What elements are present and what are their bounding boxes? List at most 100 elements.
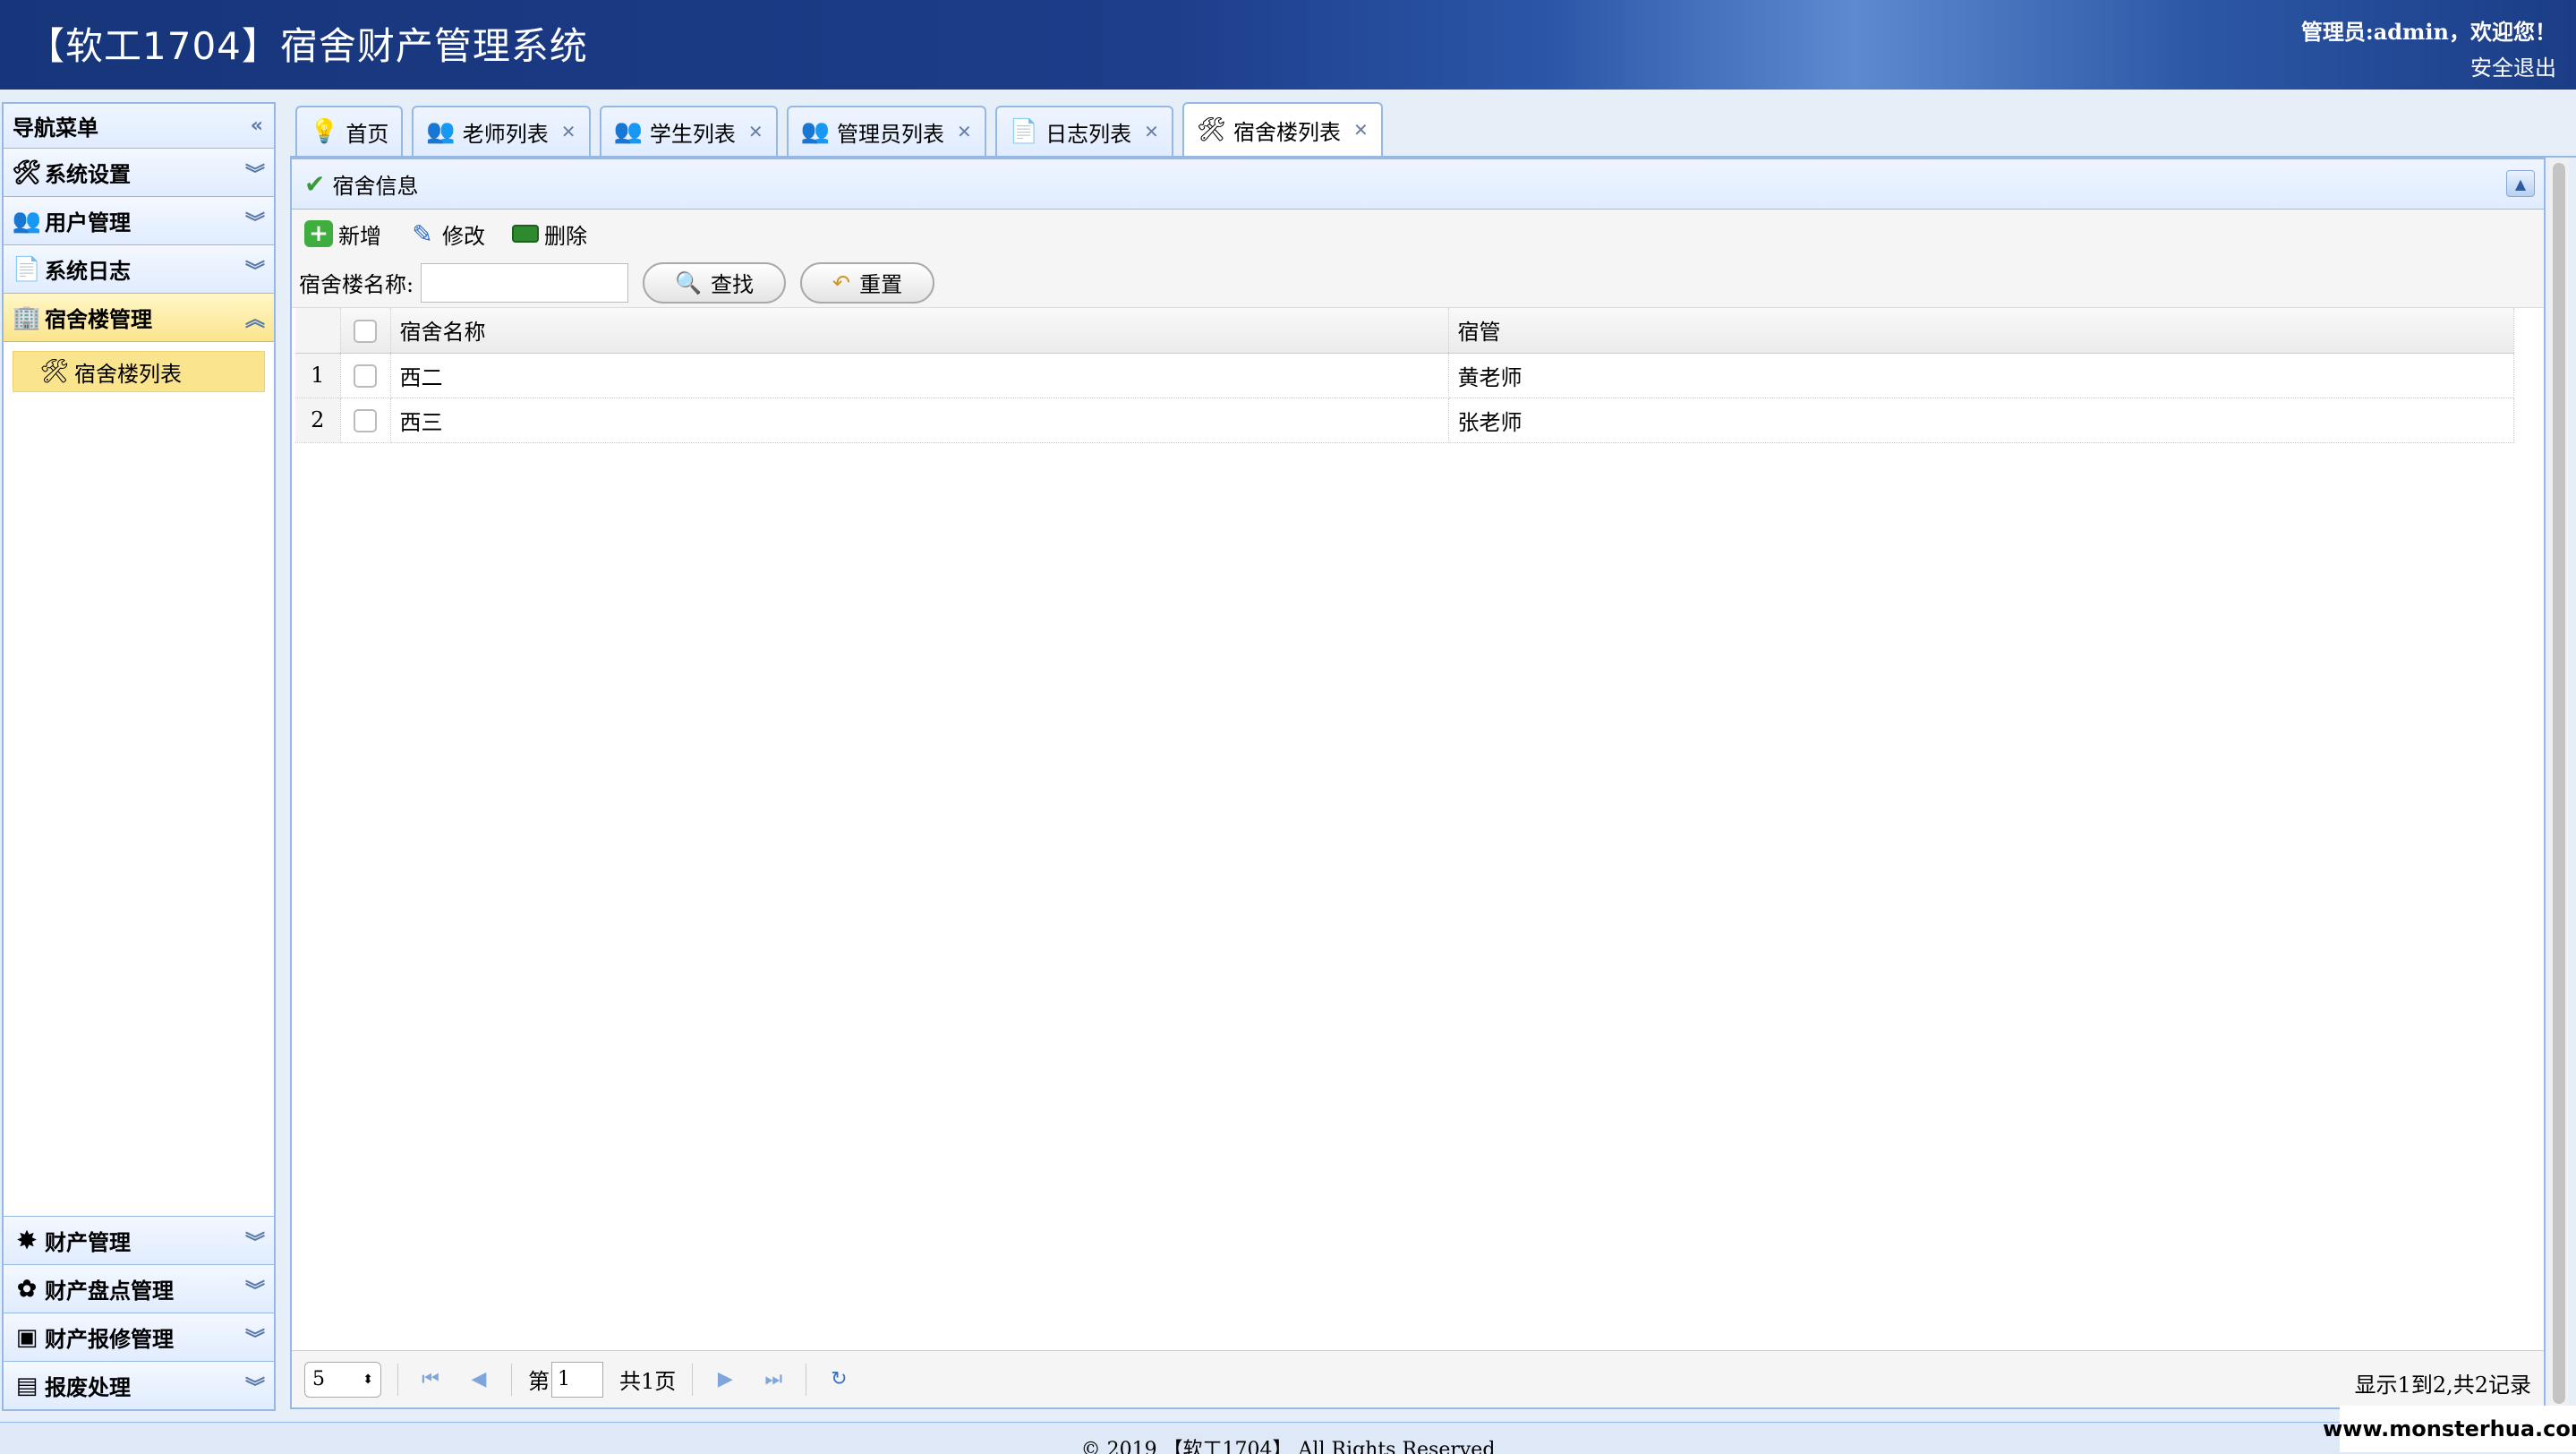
sidebar-section-repair[interactable]: ▣ 财产报修管理 ︾: [4, 1313, 274, 1361]
chevron-down-icon: ︾: [244, 1279, 265, 1303]
reset-label: 重置: [859, 272, 903, 297]
panel-title: 宿舍信息: [332, 174, 419, 199]
sidebar-section-label: 财产盘点管理: [45, 1278, 174, 1304]
users-icon: 👥: [613, 118, 643, 145]
sidebar-section-asset-management[interactable]: ✸ 财产管理 ︾: [4, 1216, 274, 1264]
sidebar-item-label: 宿舍楼列表: [74, 361, 182, 387]
first-page-icon[interactable]: ⏮: [414, 1368, 447, 1390]
document-icon: 📄: [1009, 118, 1039, 145]
next-page-icon[interactable]: ▶: [709, 1368, 741, 1390]
delete-button[interactable]: 删除: [512, 218, 587, 250]
row-checkbox[interactable]: [354, 409, 377, 433]
tab-student-list[interactable]: 👥 学生列表 ✕: [599, 106, 778, 156]
sidebar-section-label: 系统日志: [45, 258, 131, 284]
cell-dorm-name: 西二: [390, 353, 1449, 398]
chevron-down-icon: ︾: [244, 163, 265, 186]
row-number: 1: [295, 353, 341, 398]
tab-home[interactable]: 💡 首页: [295, 106, 404, 156]
sidebar-section-label: 用户管理: [45, 210, 131, 235]
tab-dorm-list[interactable]: 🛠 宿舍楼列表 ✕: [1181, 102, 1383, 156]
collapse-sidebar-icon[interactable]: «: [251, 115, 263, 137]
users-icon: 👥: [426, 118, 456, 145]
tab-teacher-list[interactable]: 👥 老师列表 ✕: [412, 106, 591, 156]
sidebar-section-inventory[interactable]: ✿ 财产盘点管理 ︾: [4, 1264, 274, 1313]
pencil-icon: ✎: [412, 218, 433, 249]
reset-button[interactable]: ↶ 重置: [799, 261, 935, 304]
page-size-select[interactable]: 5 ⬍: [304, 1361, 381, 1398]
scrap-icon: ▤: [15, 1372, 38, 1399]
select-all-checkbox[interactable]: [354, 320, 377, 343]
sidebar-section-system-settings[interactable]: 🛠 系统设置 ︾: [4, 149, 274, 197]
chevron-down-icon: ︾: [244, 1376, 265, 1399]
lightbulb-icon: 💡: [310, 118, 339, 145]
close-icon[interactable]: ✕: [561, 121, 576, 142]
cell-dorm-name: 西三: [390, 398, 1449, 443]
welcome-text: 管理员:admin，欢迎您！: [2300, 19, 2556, 45]
sidebar-nav: 导航菜单 « 🛠 系统设置 ︾ 👥 用户管理 ︾ 📄 系统日志 ︾ 🏢 宿舍楼管理 ︽ …: [2, 102, 276, 1411]
edit-label: 修改: [442, 223, 485, 249]
collapse-panel-button[interactable]: ▲: [2506, 170, 2535, 197]
close-icon[interactable]: ✕: [1353, 119, 1369, 141]
chevron-down-icon: ︾: [244, 1231, 265, 1254]
total-pages: 共1页: [619, 1369, 677, 1394]
table-row[interactable]: 1 西二 黄老师: [295, 353, 2514, 398]
tab-bar: 💡 首页 👥 老师列表 ✕ 👥 学生列表 ✕ 👥 管理员列表 ✕ 📄 日志列表 …: [290, 100, 2576, 158]
search-bar: 宿舍楼名称: 🔍 查找 ↶ 重置: [292, 258, 2544, 308]
sidebar-section-scrap[interactable]: ▤ 报废处理 ︾: [4, 1361, 274, 1409]
sidebar-item-dorm-list[interactable]: 🛠 宿舍楼列表: [13, 351, 265, 392]
tools-icon: 🛠: [1196, 116, 1226, 143]
row-checkbox[interactable]: [354, 364, 377, 389]
row-select-cell: [340, 353, 391, 398]
find-label: 查找: [710, 272, 754, 297]
edit-button[interactable]: ✎ 修改: [408, 218, 485, 250]
divider: [511, 1363, 512, 1396]
log-icon: 📄: [12, 255, 42, 283]
tab-admin-list[interactable]: 👥 管理员列表 ✕: [786, 106, 986, 156]
find-button[interactable]: 🔍 查找: [643, 261, 786, 304]
add-label: 新增: [338, 223, 381, 249]
prev-page-icon[interactable]: ◀: [463, 1368, 495, 1390]
tab-log-list[interactable]: 📄 日志列表 ✕: [994, 106, 1173, 156]
refresh-icon[interactable]: ↻: [823, 1368, 855, 1390]
tab-label: 日志列表: [1045, 121, 1132, 147]
column-header-dorm-name[interactable]: 宿舍名称: [390, 308, 1449, 354]
sidebar-section-label: 系统设置: [45, 161, 131, 187]
table-row[interactable]: 2 西三 张老师: [295, 398, 2514, 443]
check-icon: ✔: [304, 169, 326, 199]
reset-icon: ↶: [832, 269, 851, 295]
sidebar-submenu: 🛠 宿舍楼列表: [4, 342, 274, 401]
close-icon[interactable]: ✕: [1144, 121, 1159, 142]
chevron-up-icon: ︽: [244, 308, 265, 331]
sidebar-section-label: 宿舍楼管理: [45, 306, 152, 332]
tools-icon: 🛠: [12, 158, 42, 186]
vertical-scrollbar[interactable]: [2549, 159, 2569, 1409]
copyright-text: © 2019 【软工1704】 All Rights Reserved: [1080, 1439, 1496, 1454]
page-prefix: 第: [528, 1369, 550, 1394]
panel-header: ✔ 宿舍信息 ▲: [292, 159, 2544, 210]
app-header: 【软工1704】宿舍财产管理系统 管理员:admin，欢迎您！ 安全退出: [0, 0, 2576, 90]
sidebar-section-dorm-management[interactable]: 🏢 宿舍楼管理 ︽: [4, 294, 274, 342]
close-icon[interactable]: ✕: [957, 121, 972, 142]
scrollbar-thumb[interactable]: [2553, 163, 2565, 1404]
chevron-down-icon: ︾: [244, 211, 265, 235]
logout-link[interactable]: 安全退出: [2470, 50, 2556, 81]
column-header-manager[interactable]: 宿管: [1448, 308, 2514, 354]
asset-icon: ✸: [17, 1227, 37, 1254]
building-icon: 🏢: [12, 304, 42, 331]
sidebar-title: 导航菜单: [13, 115, 98, 141]
repair-icon: ▣: [15, 1323, 38, 1351]
inventory-icon: ✿: [17, 1275, 37, 1303]
close-icon[interactable]: ✕: [748, 121, 763, 142]
search-label: 宿舍楼名称:: [299, 272, 414, 297]
dorm-info-panel: ✔ 宿舍信息 ▲ + 新增 ✎ 修改 删除 宿舍楼名称: 🔍 查找 ↶ 重置 宿…: [290, 158, 2546, 1409]
watermark-text: www.monsterhua.com: [2323, 1406, 2576, 1452]
dorm-name-search-input[interactable]: [421, 262, 629, 303]
page-number-input[interactable]: 1: [551, 1361, 603, 1398]
sidebar-section-system-log[interactable]: 📄 系统日志 ︾: [4, 245, 274, 294]
sidebar-section-user-management[interactable]: 👥 用户管理 ︾: [4, 197, 274, 245]
page-size-value: 5: [312, 1368, 325, 1390]
minus-icon: [512, 225, 539, 243]
add-button[interactable]: + 新增: [304, 218, 381, 250]
data-grid: 宿舍名称 宿管 1 西二 黄老师 2 西三 张老师: [295, 308, 2514, 443]
last-page-icon[interactable]: ⏭: [757, 1368, 789, 1390]
